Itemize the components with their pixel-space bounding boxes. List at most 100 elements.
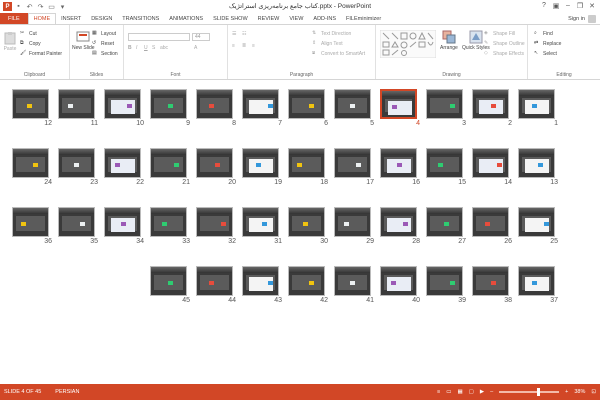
- numbering-button[interactable]: ☷: [242, 31, 246, 37]
- tab-animations[interactable]: ANIMATIONS: [164, 13, 208, 24]
- shape-fill-button[interactable]: ◈ Shape Fill: [484, 30, 515, 37]
- slide-thumbnail[interactable]: [104, 89, 141, 119]
- slide-thumbnail[interactable]: [518, 89, 555, 119]
- slide-thumbnail[interactable]: [288, 148, 325, 178]
- slide-thumbnail[interactable]: [196, 207, 233, 237]
- slide-thumbnail[interactable]: [380, 207, 417, 237]
- slide-thumbnail[interactable]: [334, 266, 371, 296]
- slide-thumbnail[interactable]: [426, 148, 463, 178]
- reading-view-icon[interactable]: ▢: [469, 389, 474, 395]
- slide-thumbnail[interactable]: [518, 207, 555, 237]
- slide-thumbnail[interactable]: [242, 207, 279, 237]
- slide-thumbnail[interactable]: [196, 266, 233, 296]
- align-left-button[interactable]: ≡: [232, 43, 235, 49]
- format-painter-button[interactable]: 🖌 Format Painter: [20, 50, 62, 57]
- arrange-button[interactable]: Arrange: [440, 30, 458, 51]
- font-size-combo[interactable]: 44: [192, 33, 210, 41]
- slide-thumbnail[interactable]: [380, 89, 417, 119]
- shape-outline-button[interactable]: ✎ Shape Outline: [484, 40, 525, 47]
- help-button[interactable]: ?: [538, 0, 550, 11]
- normal-view-icon[interactable]: ▭: [446, 389, 451, 395]
- cut-button[interactable]: ✂ Cut: [20, 30, 37, 37]
- ribbon-display-button[interactable]: ▣: [550, 0, 562, 11]
- slide-thumbnail[interactable]: [150, 266, 187, 296]
- slide-thumbnail[interactable]: [334, 207, 371, 237]
- reset-button[interactable]: ↺ Reset: [92, 40, 114, 47]
- slide-thumbnail[interactable]: [426, 89, 463, 119]
- slide-thumbnail[interactable]: [12, 207, 49, 237]
- slide-thumbnail[interactable]: [242, 266, 279, 296]
- shadow-button[interactable]: S: [152, 45, 155, 51]
- fit-slide-icon[interactable]: ⊡: [591, 389, 596, 395]
- align-right-button[interactable]: ≡: [252, 43, 255, 49]
- sign-in-link[interactable]: Sign in: [568, 16, 585, 22]
- paste-button[interactable]: Paste: [3, 31, 17, 52]
- slide-thumbnail[interactable]: [518, 266, 555, 296]
- bullets-button[interactable]: ☰: [232, 31, 236, 37]
- layout-button[interactable]: ▦ Layout: [92, 30, 116, 37]
- slide-thumbnail[interactable]: [12, 148, 49, 178]
- zoom-level[interactable]: 38%: [574, 389, 585, 395]
- slide-thumbnail[interactable]: [426, 266, 463, 296]
- slide-thumbnail[interactable]: [104, 207, 141, 237]
- tab-file[interactable]: FILE: [0, 13, 28, 24]
- slide-thumbnail[interactable]: [104, 148, 141, 178]
- tab-transitions[interactable]: TRANSITIONS: [117, 13, 164, 24]
- slide-thumbnail[interactable]: [472, 148, 509, 178]
- slide-thumbnail[interactable]: [288, 207, 325, 237]
- bold-button[interactable]: B: [128, 45, 132, 51]
- slide-thumbnail[interactable]: [288, 89, 325, 119]
- text-direction-button[interactable]: ⇅ Text Direction: [312, 30, 351, 37]
- slide-thumbnail[interactable]: [380, 148, 417, 178]
- restore-button[interactable]: ❐: [574, 0, 586, 11]
- slide-thumbnail[interactable]: [334, 89, 371, 119]
- slide-sorter-view-icon[interactable]: ▦: [457, 389, 462, 395]
- slide-thumbnail[interactable]: [472, 89, 509, 119]
- zoom-slider-knob[interactable]: [537, 388, 541, 396]
- tab-fileminimizer[interactable]: FILEminimizer: [341, 13, 386, 24]
- font-name-combo[interactable]: [128, 33, 190, 41]
- select-button[interactable]: ↖ Select: [534, 50, 557, 57]
- tab-view[interactable]: VIEW: [284, 13, 308, 24]
- shape-effects-button[interactable]: ◇ Shape Effects: [484, 50, 524, 57]
- slide-thumbnail[interactable]: [150, 148, 187, 178]
- replace-button[interactable]: ⇄ Replace: [534, 40, 561, 47]
- slide-thumbnail[interactable]: [242, 89, 279, 119]
- italic-button[interactable]: I: [136, 45, 137, 51]
- tab-slide-show[interactable]: SLIDE SHOW: [208, 13, 253, 24]
- section-button[interactable]: ▤ Section: [92, 50, 118, 57]
- slide-thumbnail[interactable]: [334, 148, 371, 178]
- copy-button[interactable]: ⧉ Copy: [20, 40, 41, 47]
- tab-insert[interactable]: INSERT: [56, 13, 86, 24]
- align-text-button[interactable]: ⇕ Align Text: [312, 40, 343, 47]
- slide-thumbnail[interactable]: [242, 148, 279, 178]
- zoom-in-button[interactable]: +: [565, 389, 568, 395]
- slide-thumbnail[interactable]: [58, 207, 95, 237]
- slide-thumbnail[interactable]: [472, 207, 509, 237]
- slide-thumbnail[interactable]: [426, 207, 463, 237]
- slide-thumbnail[interactable]: [288, 266, 325, 296]
- strikethrough-button[interactable]: abc: [160, 45, 168, 51]
- minimize-button[interactable]: –: [562, 0, 574, 11]
- slide-thumbnail[interactable]: [518, 148, 555, 178]
- find-button[interactable]: ⌕ Find: [534, 30, 553, 37]
- tab-add-ins[interactable]: ADD-INS: [308, 13, 341, 24]
- slide-thumbnail[interactable]: [380, 266, 417, 296]
- close-button[interactable]: ✕: [586, 0, 598, 11]
- slideshow-view-icon[interactable]: ▶: [480, 389, 484, 395]
- tab-review[interactable]: REVIEW: [253, 13, 285, 24]
- tab-design[interactable]: DESIGN: [86, 13, 117, 24]
- font-color-button[interactable]: A: [194, 45, 197, 51]
- slide-thumbnail[interactable]: [472, 266, 509, 296]
- avatar[interactable]: [588, 15, 596, 23]
- tab-home[interactable]: HOME: [27, 13, 57, 24]
- convert-smartart-button[interactable]: ⧈ Convert to SmartArt: [312, 50, 365, 57]
- slide-thumbnail[interactable]: [150, 207, 187, 237]
- slide-thumbnail[interactable]: [150, 89, 187, 119]
- account-area[interactable]: Sign in: [568, 15, 596, 23]
- zoom-slider[interactable]: [499, 388, 560, 396]
- slide-thumbnail[interactable]: [196, 89, 233, 119]
- align-center-button[interactable]: ≣: [242, 43, 246, 49]
- slide-thumbnail[interactable]: [58, 148, 95, 178]
- zoom-out-button[interactable]: –: [490, 389, 493, 395]
